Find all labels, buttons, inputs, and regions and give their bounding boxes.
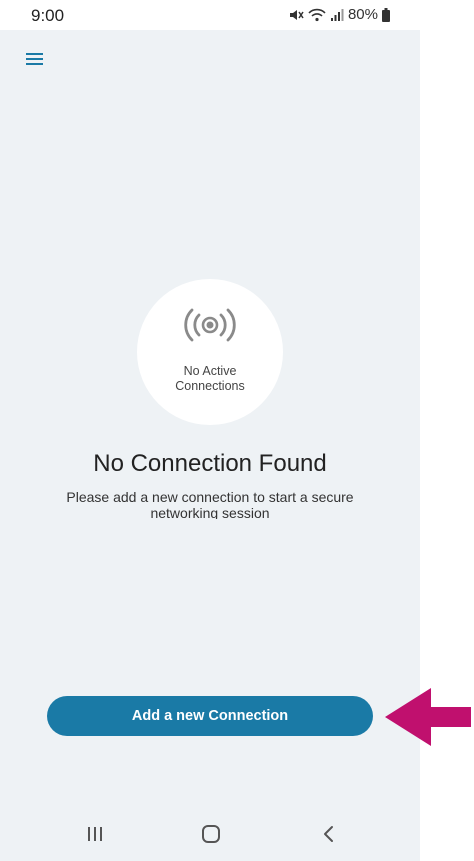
hamburger-menu-icon[interactable] xyxy=(26,52,44,66)
broadcast-signal-icon xyxy=(184,306,236,344)
status-icons: 80% xyxy=(288,6,390,23)
battery-percent: 80% xyxy=(347,6,378,23)
empty-state-subtitle: Please add a new connection to start a s… xyxy=(36,489,384,519)
wifi-icon xyxy=(308,8,326,22)
status-bar: 9:00 80% xyxy=(0,0,420,30)
recents-icon[interactable] xyxy=(86,825,104,848)
mute-vibrate-icon xyxy=(288,8,304,22)
pointer-arrow-icon xyxy=(385,688,471,746)
subtitle-line1: Please add a new connection to start a s… xyxy=(66,489,354,505)
circle-label-line1: No Active xyxy=(183,364,237,378)
add-connection-button[interactable]: Add a new Connection xyxy=(47,696,373,736)
circle-label-line2: Connections xyxy=(175,379,245,393)
battery-icon xyxy=(382,7,390,22)
empty-state-circle: No Active Connections xyxy=(137,279,283,425)
system-nav-bar xyxy=(0,810,420,861)
home-icon[interactable] xyxy=(201,825,221,848)
back-icon[interactable] xyxy=(321,825,335,848)
empty-state-title: No Connection Found xyxy=(93,450,327,477)
circle-label: No Active Connections xyxy=(137,364,283,394)
status-time: 9:00 xyxy=(31,6,65,25)
subtitle-line2: networking session xyxy=(150,505,270,519)
signal-icon xyxy=(330,8,344,22)
